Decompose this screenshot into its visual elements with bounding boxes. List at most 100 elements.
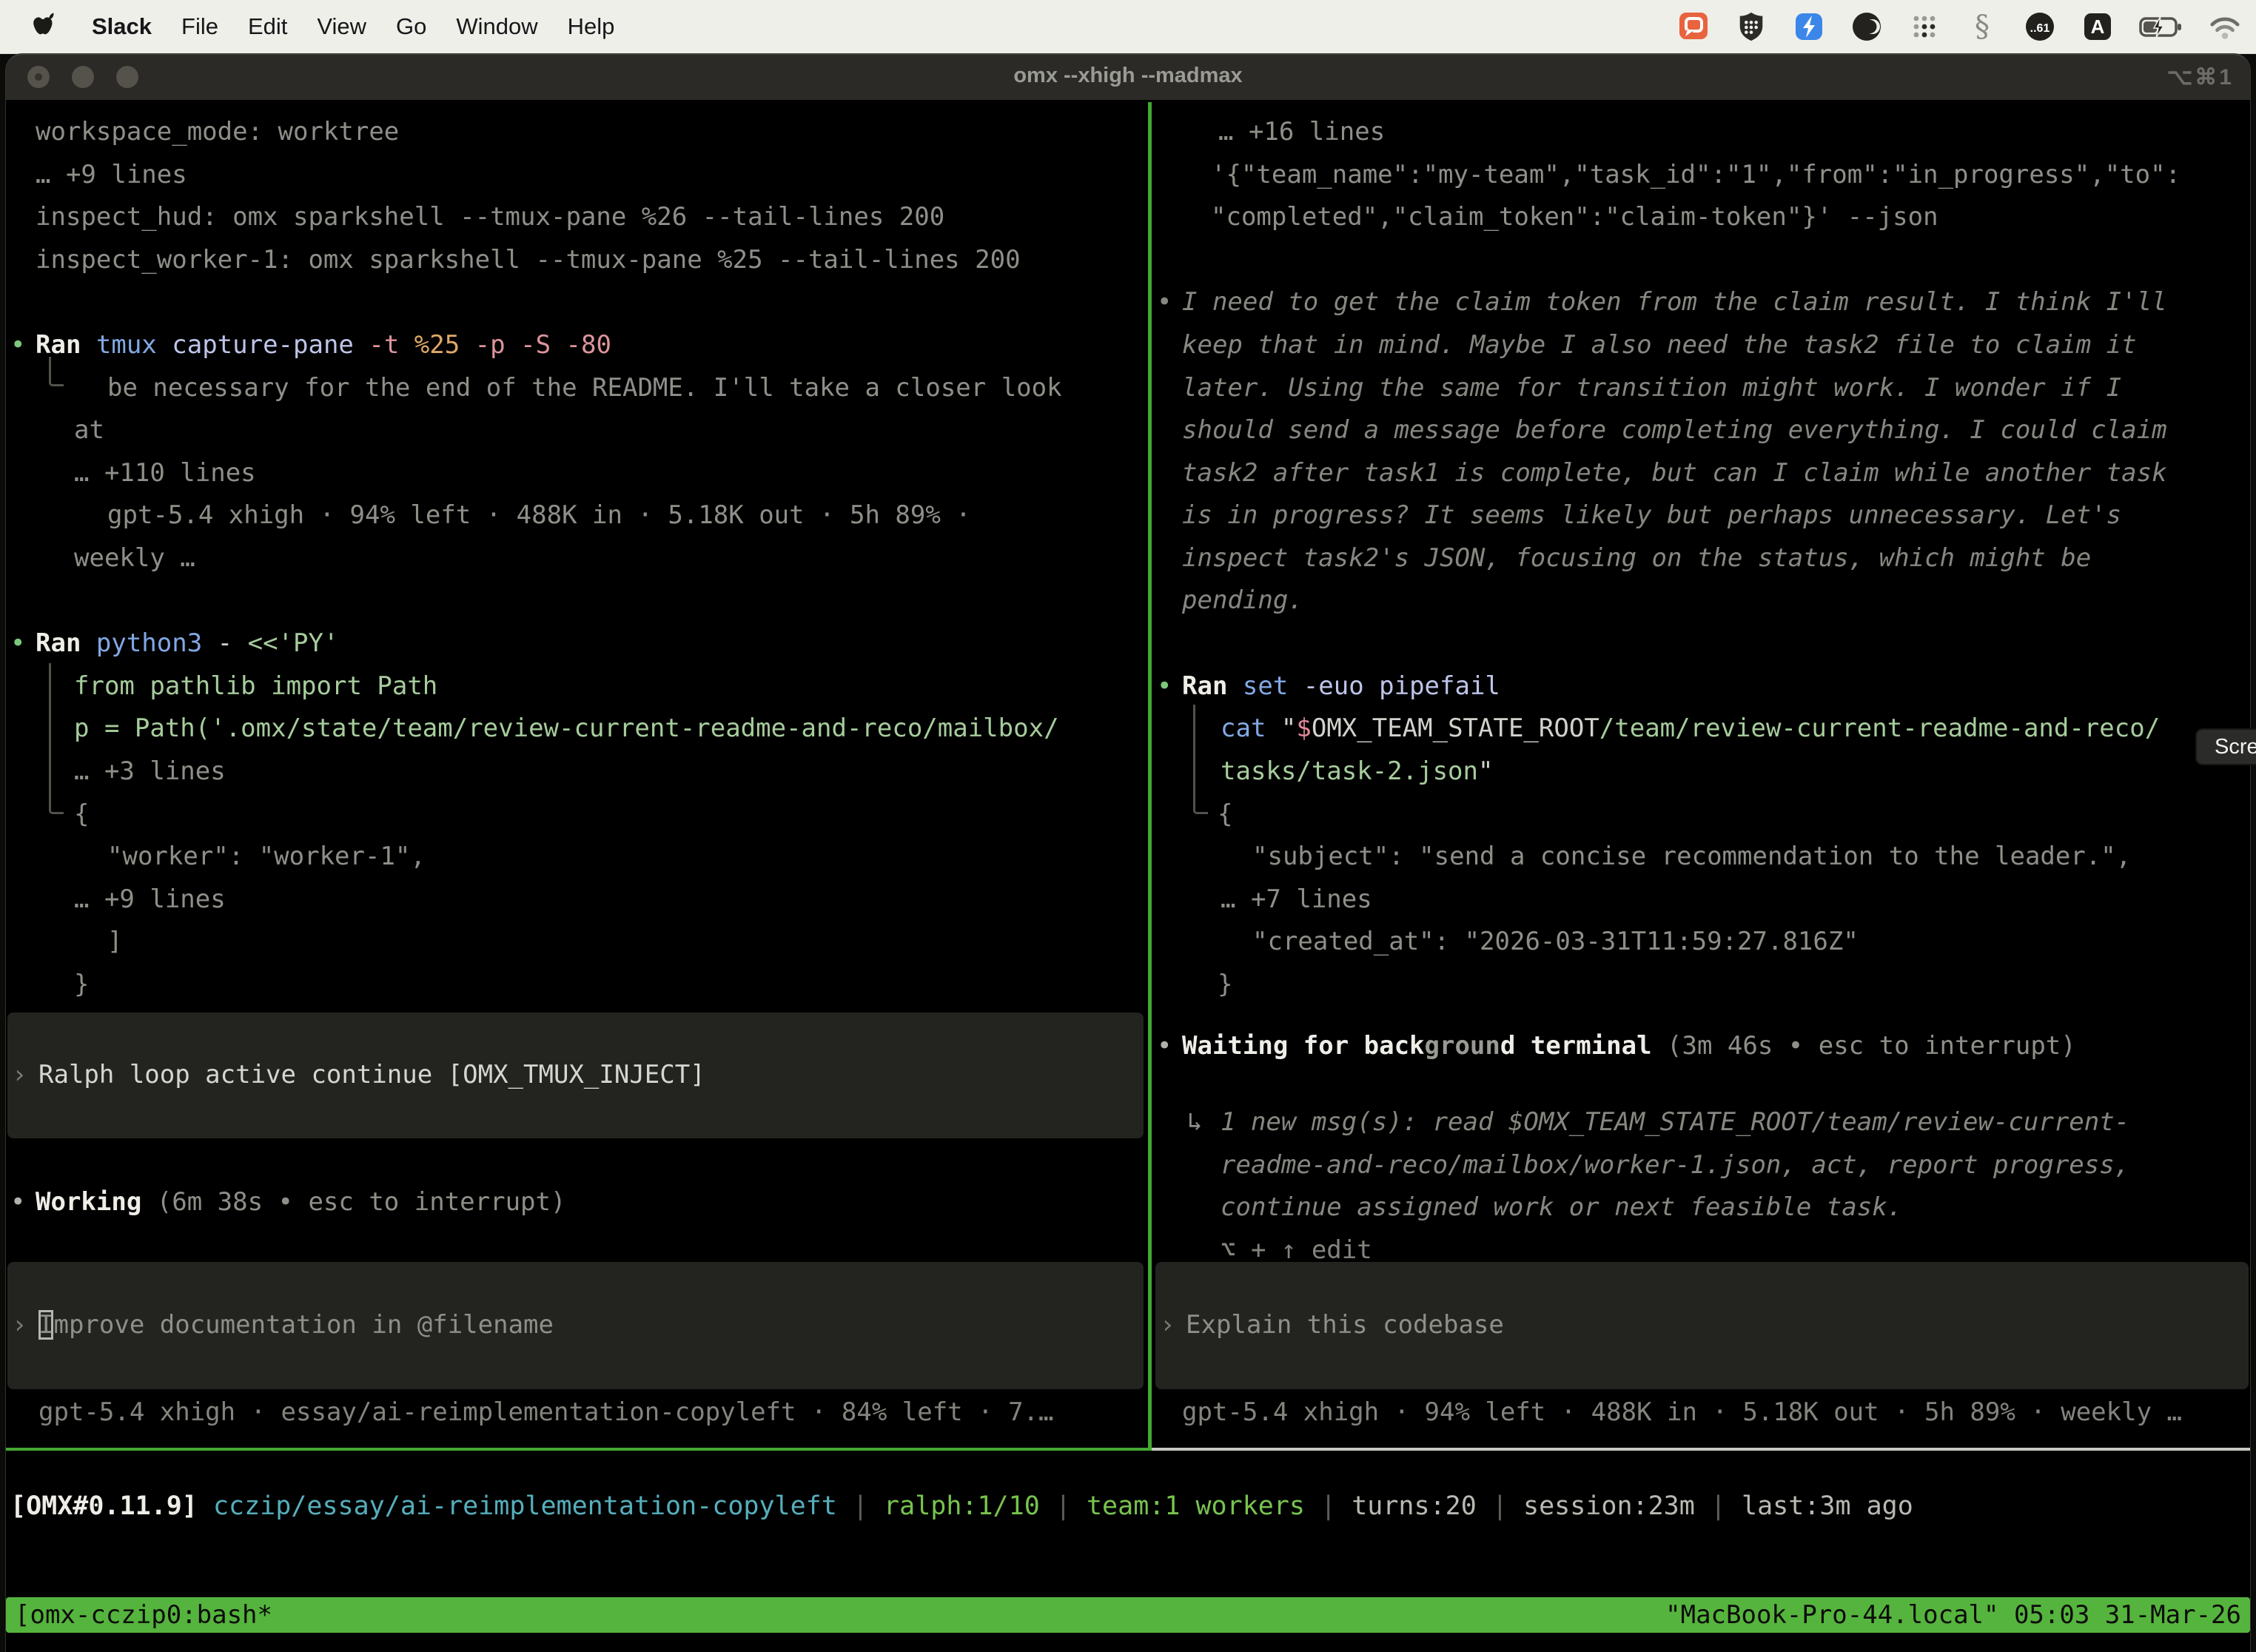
spacer (198, 1491, 213, 1521)
menu-bar-left: Slack File Edit View Go Window Help (0, 10, 614, 43)
count-badge-icon[interactable]: ..61 (2022, 10, 2058, 43)
ran-set-command-line: Ran set -euo pipefail (1182, 665, 1500, 708)
letter-a-badge-icon[interactable]: A (2080, 10, 2115, 43)
waiting-label-shimmer: groun (1425, 1031, 1500, 1061)
dots-grid-icon[interactable] (1907, 10, 1942, 43)
battery-icon[interactable] (2138, 10, 2185, 43)
ran-label: Ran (1182, 671, 1243, 701)
bullet-icon: • (1157, 665, 1172, 708)
cmd-cat: cat (1221, 713, 1281, 743)
right-prompt-placeholder[interactable]: Explain this codebase (1186, 1304, 1504, 1347)
waiting-detail: (3m 46s • esc to interrupt) (1652, 1031, 2076, 1061)
terminal-line: workspace_mode: worktree (36, 111, 399, 154)
cmd-set: set (1243, 671, 1303, 701)
crescent-circle-icon[interactable] (1849, 10, 1884, 43)
apple-icon[interactable] (27, 10, 62, 43)
thinking-line: pending. (1182, 580, 1303, 622)
command-output-line: at (74, 409, 104, 452)
command-output-line: gpt-5.4 xhigh · 94% left · 488K in · 5.1… (107, 494, 971, 537)
collapsed-lines-indicator: … +7 lines (1221, 879, 1372, 921)
right-pane-bottom-border (1152, 1448, 2250, 1451)
ralph-counter: ralph:1/10 (884, 1491, 1040, 1521)
blue-bolt-icon[interactable] (1791, 10, 1827, 43)
terminal-line: "completed","claim_token":"claim-token"}… (1211, 196, 1938, 239)
cmd-flag: -S (520, 330, 565, 360)
json-output-line: { (1218, 793, 1232, 836)
thinking-line: keep that in mind. Maybe I also need the… (1182, 324, 2137, 367)
json-output-line: { (74, 793, 89, 836)
waiting-status-line: Waiting for background terminal (3m 46s … (1182, 1025, 2076, 1068)
menu-item-window[interactable]: Window (456, 13, 537, 40)
separator: | (1305, 1491, 1352, 1521)
squiggle-icon[interactable]: § (1964, 10, 2000, 43)
collapsed-lines-indicator: … +9 lines (74, 879, 226, 921)
collapsed-lines-indicator: … +16 lines (1218, 111, 1385, 154)
mailbox-message-line: 1 new msg(s): read $OMX_TEAM_STATE_ROOT/… (1221, 1101, 2129, 1144)
json-output-line: } (1218, 964, 1232, 1007)
prompt-chevron-icon: › (12, 1304, 27, 1347)
cmd-flag: -80 (566, 330, 611, 360)
left-prompt-placeholder[interactable]: Improve documentation in @filename (38, 1304, 554, 1347)
shield-grid-icon[interactable] (1733, 10, 1769, 43)
working-label: Working (36, 1187, 157, 1217)
menu-item-view[interactable]: View (317, 13, 366, 40)
cmd-arg: - (218, 628, 248, 658)
app-menu-slack[interactable]: Slack (92, 13, 152, 40)
omx-version: [OMX#0.11.9] (10, 1491, 198, 1521)
tree-elbow-connector (49, 663, 64, 814)
ran-label: Ran (36, 330, 96, 360)
menu-bar-status-icons: § ..61 A (1676, 10, 2256, 43)
separator: | (1695, 1491, 1742, 1521)
thinking-line: should send a message before completing … (1182, 409, 2167, 452)
bullet-icon: • (10, 622, 25, 665)
separator: | (837, 1491, 884, 1521)
cmd-heredoc: <<'PY' (248, 628, 339, 658)
cmd-arg: capture-pane (172, 330, 369, 360)
separator: | (1040, 1491, 1087, 1521)
menu-bar: Slack File Edit View Go Window Help (0, 0, 2256, 54)
cmd-flag: -t (369, 330, 414, 360)
collapsed-lines-indicator: … +9 lines (36, 154, 187, 197)
collapsed-lines-indicator: … +3 lines (74, 751, 226, 793)
ralph-loop-status-text: Ralph loop active continue [OMX_TMUX_INJ… (38, 1054, 705, 1097)
wifi-icon[interactable] (2207, 10, 2243, 43)
cmd-pane-id: %25 (414, 330, 475, 360)
waiting-label: d terminal (1500, 1031, 1652, 1061)
cat-command-line: cat "$OMX_TEAM_STATE_ROOT/team/review-cu… (1221, 708, 2160, 751)
thinking-line: later. Using the same for transition mig… (1182, 367, 2121, 410)
bullet-icon: • (10, 324, 25, 367)
menu-item-file[interactable]: File (181, 13, 218, 40)
apple-logo-icon (32, 12, 57, 41)
ran-python-command-line: Ran python3 - <<'PY' (36, 622, 338, 665)
prompt-chevron-icon: › (1160, 1304, 1175, 1347)
tooltip: Scre (2195, 728, 2256, 765)
tmux-host-and-clock: "MacBook-Pro-44.local" 05:03 31-Mar-26 (1665, 1600, 2241, 1630)
bullet-icon: • (1157, 281, 1172, 324)
project-path: cczip/essay/ai-reimplementation-copyleft (213, 1491, 837, 1521)
quote: " (1478, 756, 1493, 786)
menu-item-help[interactable]: Help (568, 13, 615, 40)
thinking-line: is in progress? It seems likely but perh… (1182, 494, 2121, 537)
python-code-line: p = Path('.omx/state/team/review-current… (74, 708, 1059, 751)
python-code-line: from pathlib import Path (74, 665, 437, 708)
tmux-status-bar: [omx-cczip0:bash* "MacBook-Pro-44.local"… (6, 1597, 2250, 1633)
cmd-flag: -p (475, 330, 520, 360)
last-activity: last:3m ago (1742, 1491, 1913, 1521)
prompt-chevron-icon: › (12, 1054, 27, 1097)
team-counter: team:1 workers (1087, 1491, 1305, 1521)
thinking-line: task2 after task1 is complete, but can I… (1182, 452, 2167, 495)
command-output-line: be necessary for the end of the README. … (107, 367, 1062, 410)
pane-divider[interactable] (1148, 102, 1152, 1451)
json-output-line: "worker": "worker-1", (107, 836, 426, 879)
svg-text:A: A (2091, 16, 2105, 38)
mailbox-message-line: continue assigned work or next feasible … (1221, 1186, 1902, 1229)
command-output-line: weekly … (74, 537, 195, 580)
menu-item-go[interactable]: Go (396, 13, 426, 40)
thinking-line: inspect task2's JSON, focusing on the st… (1182, 537, 2091, 580)
screen: Slack File Edit View Go Window Help (0, 0, 2256, 1652)
svg-text:..61: ..61 (2030, 22, 2050, 35)
working-status-line: Working (6m 38s • esc to interrupt) (36, 1181, 565, 1224)
chat-app-icon[interactable] (1676, 10, 1711, 43)
bullet-icon: • (1157, 1025, 1172, 1068)
menu-item-edit[interactable]: Edit (248, 13, 287, 40)
